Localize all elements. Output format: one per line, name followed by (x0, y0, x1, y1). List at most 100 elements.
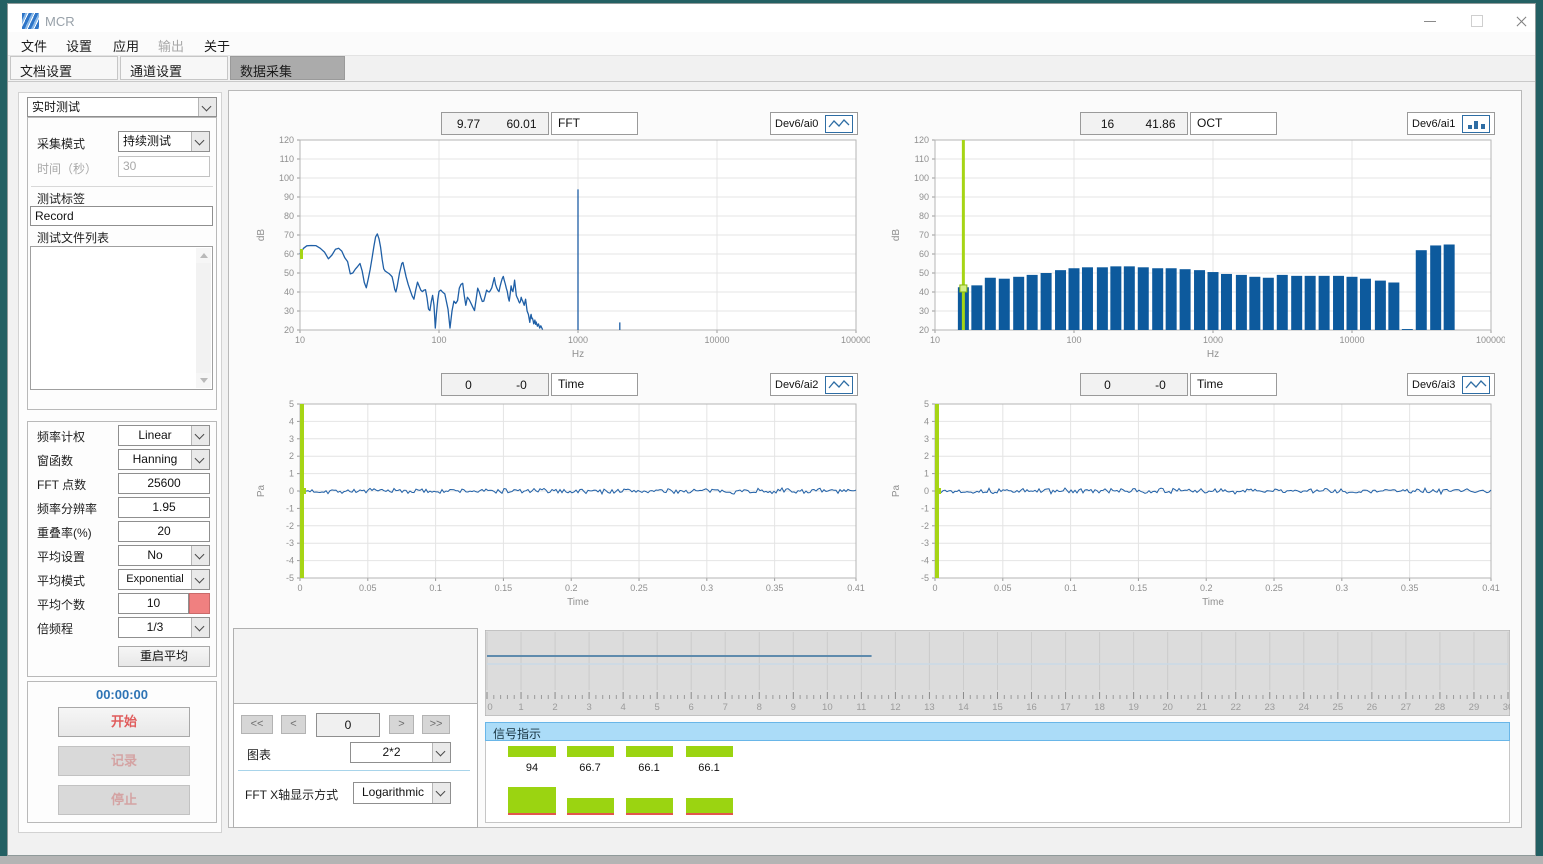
acq-mode-select[interactable]: 持续测试 (118, 131, 210, 152)
freq-weighting-select[interactable]: Linear (118, 425, 210, 446)
svg-text:1000: 1000 (1203, 335, 1223, 345)
menu-item-file[interactable]: 文件 (21, 36, 47, 55)
window-bottom-edge (0, 856, 1543, 864)
window-function-label: 窗函数 (37, 452, 73, 469)
svg-text:12: 12 (890, 702, 901, 713)
svg-text:29: 29 (1469, 702, 1480, 713)
svg-text:4: 4 (924, 416, 929, 426)
tabbar: 文档设置 通道设置 数据采集 (8, 56, 1535, 82)
close-button[interactable] (1504, 9, 1538, 33)
average-setting-select[interactable]: No (118, 545, 210, 566)
fft-spectrum-chart[interactable]: 1201101009080706050403020101001000100001… (250, 128, 870, 364)
average-count-field[interactable]: 10 (118, 593, 189, 614)
fft-axis-select[interactable]: Logarithmic (353, 782, 451, 804)
svg-text:50: 50 (284, 268, 294, 278)
svg-text:2: 2 (552, 702, 557, 713)
next-page-button[interactable]: > (389, 715, 414, 734)
window-title: MCR (45, 14, 75, 29)
svg-text:-3: -3 (286, 538, 294, 548)
nav-preview-area (233, 628, 478, 704)
signal-level-bar (508, 746, 556, 757)
time-waveform-chart-1[interactable]: 543210-1-2-3-4-500.050.10.150.20.250.30.… (250, 392, 870, 618)
svg-text:100: 100 (914, 173, 929, 183)
svg-text:10: 10 (822, 702, 833, 713)
svg-text:30: 30 (1503, 702, 1510, 713)
svg-text:120: 120 (279, 135, 294, 145)
chevron-down-icon (198, 98, 216, 116)
svg-text:20: 20 (1162, 702, 1173, 713)
svg-text:10000: 10000 (704, 335, 729, 345)
prev-page-button[interactable]: < (281, 715, 306, 734)
tab-data-acquisition[interactable]: 数据采集 (230, 56, 345, 80)
svg-text:0: 0 (297, 583, 302, 593)
scroll-up-button[interactable] (196, 248, 211, 263)
svg-text:8: 8 (757, 702, 762, 713)
signal-value: 94 (526, 762, 538, 774)
svg-text:3: 3 (289, 434, 294, 444)
svg-text:21: 21 (1196, 702, 1207, 713)
acq-time-field: 30 (118, 156, 210, 177)
scroll-down-button[interactable] (196, 373, 211, 388)
svg-text:4: 4 (620, 702, 625, 713)
chevron-down-icon (191, 132, 209, 151)
test-tag-field[interactable]: Record (30, 206, 213, 226)
tab-document-settings[interactable]: 文档设置 (10, 56, 118, 80)
svg-text:0.15: 0.15 (1130, 583, 1148, 593)
svg-text:19: 19 (1128, 702, 1139, 713)
menu-item-output: 输出 (158, 36, 184, 55)
svg-text:1: 1 (289, 469, 294, 479)
fft-points-field[interactable]: 25600 (118, 473, 210, 494)
octave-select[interactable]: 1/3 (118, 617, 210, 638)
first-page-button[interactable]: << (241, 715, 273, 734)
line-chart-icon (1462, 376, 1490, 394)
svg-text:70: 70 (919, 230, 929, 240)
test-file-list[interactable] (30, 246, 213, 390)
svg-text:dB: dB (256, 229, 267, 242)
chart-layout-select[interactable]: 2*2 (350, 742, 451, 763)
svg-text:0: 0 (289, 486, 294, 496)
app-logo-icon (22, 13, 39, 29)
record-timeline-strip[interactable]: 1234567891011121314151617181920212223242… (485, 630, 1510, 716)
last-page-button[interactable]: >> (422, 715, 450, 734)
minimize-button[interactable] (1413, 9, 1447, 33)
fft-axis-label: FFT X轴显示方式 (245, 786, 338, 803)
svg-text:17: 17 (1060, 702, 1071, 713)
svg-text:80: 80 (284, 211, 294, 221)
measure-mode-select[interactable]: 实时测试 (27, 97, 217, 117)
signal-value: 66.1 (638, 762, 659, 774)
svg-text:30: 30 (284, 306, 294, 316)
window-function-select[interactable]: Hanning (118, 449, 210, 470)
start-button[interactable]: 开始 (58, 707, 190, 737)
average-mode-select[interactable]: Exponential (118, 569, 210, 590)
svg-text:Hz: Hz (1207, 349, 1219, 360)
page-number-field[interactable]: 0 (316, 713, 380, 737)
signal-meter-bar (567, 798, 614, 815)
svg-text:0.15: 0.15 (495, 583, 513, 593)
svg-text:0.05: 0.05 (359, 583, 377, 593)
svg-text:10: 10 (930, 335, 940, 345)
svg-text:20: 20 (284, 325, 294, 335)
maximize-button[interactable] (1460, 9, 1494, 33)
svg-text:24: 24 (1299, 702, 1310, 713)
svg-text:-5: -5 (921, 573, 929, 583)
svg-text:23: 23 (1264, 702, 1275, 713)
svg-text:0.35: 0.35 (1401, 583, 1419, 593)
menu-item-about[interactable]: 关于 (204, 36, 230, 55)
signal-level-bar (626, 746, 673, 757)
file-list-label: 测试文件列表 (37, 229, 109, 246)
svg-text:80: 80 (919, 211, 929, 221)
channel-label: Dev6/ai3 (1412, 379, 1455, 391)
chevron-down-icon (191, 570, 209, 589)
menu-item-application[interactable]: 应用 (113, 36, 139, 55)
restart-average-button[interactable]: 重启平均 (118, 646, 210, 667)
octave-band-chart[interactable]: 1201101009080706050403020101001000100001… (885, 128, 1505, 364)
freq-resolution-field[interactable]: 1.95 (118, 497, 210, 518)
svg-text:4: 4 (289, 416, 294, 426)
time-waveform-chart-2[interactable]: 543210-1-2-3-4-500.050.10.150.20.250.30.… (885, 392, 1505, 618)
file-list-scrollbar[interactable] (196, 248, 211, 388)
overlap-field[interactable]: 20 (118, 521, 210, 542)
svg-text:22: 22 (1230, 702, 1241, 713)
signal-indicator-body: 9466.766.166.1 (485, 741, 1510, 823)
tab-channel-settings[interactable]: 通道设置 (120, 56, 228, 80)
menu-item-settings[interactable]: 设置 (66, 36, 92, 55)
